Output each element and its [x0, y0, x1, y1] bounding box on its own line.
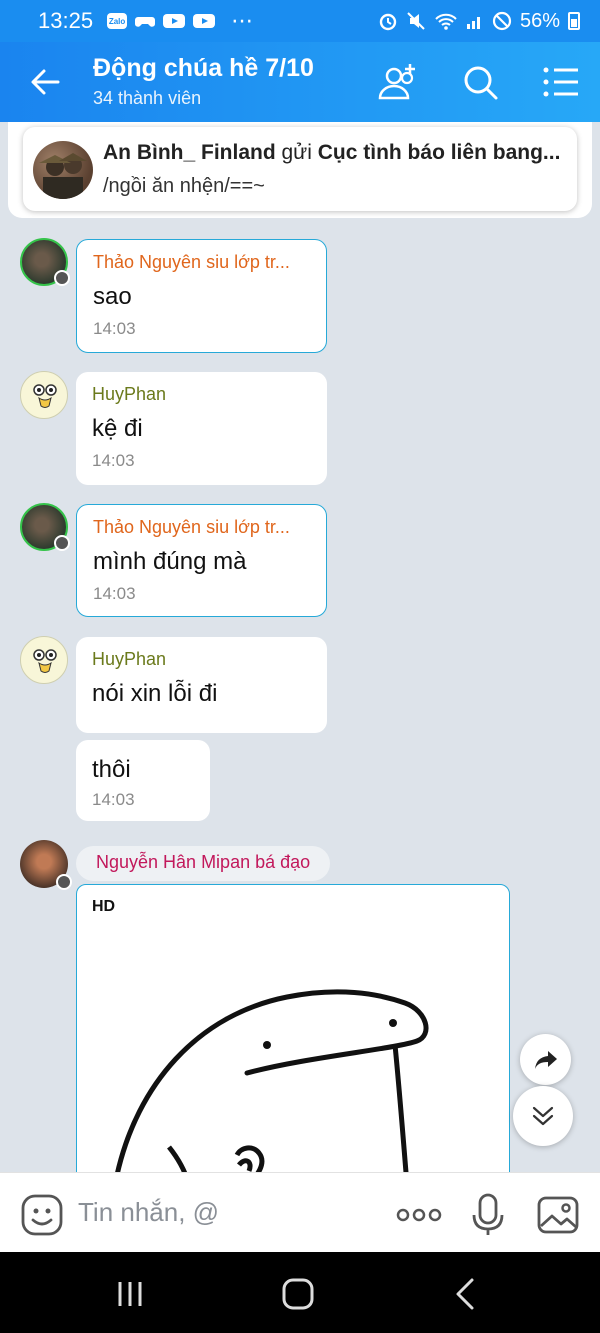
pinned-message[interactable]: An Bình_ Finland gửi Cục tình báo liên b… [23, 127, 577, 211]
home-icon[interactable] [278, 1274, 318, 1314]
no-sim-icon [492, 11, 512, 31]
sender-name[interactable]: HuyPhan [92, 649, 311, 670]
message-time: 14:03 [93, 584, 136, 603]
signal-icon [466, 17, 480, 29]
key-badge-icon [56, 874, 72, 890]
zalo-icon: Zalo [107, 13, 128, 29]
pinned-text: /ngồi ăn nhện/==~ [103, 175, 265, 197]
avatar[interactable] [20, 503, 70, 551]
search-icon[interactable] [456, 60, 504, 104]
youtube-icon [163, 14, 186, 28]
message-input[interactable] [78, 1197, 378, 1228]
wifi-icon [435, 13, 457, 30]
group-title[interactable]: Động chúa hề 7/10 [93, 54, 314, 83]
avatar[interactable] [20, 840, 72, 890]
game-controller-icon [135, 17, 156, 27]
sender-name[interactable]: Nguyễn Hân Mipan bá đạo [76, 846, 331, 881]
pinned-target: Cục tình báo liên bang... [317, 141, 561, 164]
double-chevron-down-icon [532, 1106, 554, 1126]
message-time: 14:03 [92, 451, 135, 470]
message-bubble[interactable]: HuyPhan kệ đi 14:03 [76, 372, 327, 485]
image-gallery-icon[interactable] [536, 1193, 580, 1237]
message-text: nói xin lỗi đi [92, 680, 218, 707]
message-text: mình đúng mà [93, 548, 247, 575]
youtube-icon-2 [193, 14, 216, 28]
share-arrow-icon [534, 1050, 557, 1069]
pinned-title: An Bình_ Finland gửi Cục tình báo liên b… [103, 141, 568, 165]
chat-header: Động chúa hề 7/10 34 thành viên [0, 42, 600, 122]
battery-icon [568, 12, 580, 30]
key-badge-icon [54, 535, 70, 551]
message-time: 14:03 [92, 790, 135, 809]
alarm-icon [379, 13, 397, 31]
message-bubble[interactable]: Thảo Nguyên siu lớp tr... sao 14:03 [76, 239, 327, 353]
pinned-verb: gửi [275, 141, 318, 164]
message-text: thôi [92, 756, 131, 783]
message-bubble[interactable]: Thảo Nguyên siu lớp tr... mình đúng mà 1… [76, 504, 327, 617]
mute-icon [407, 12, 425, 30]
notification-icons: Zalo ⋯ [107, 8, 254, 34]
add-member-icon[interactable] [374, 60, 422, 104]
sender-name[interactable]: Thảo Nguyên siu lớp tr... [93, 252, 310, 273]
recent-apps-icon[interactable] [110, 1274, 150, 1314]
meme-drawing-image [114, 989, 429, 1183]
message-input-bar [0, 1172, 600, 1252]
image-message[interactable]: HD [76, 884, 510, 1184]
message-text: sao [93, 283, 132, 310]
forward-button[interactable] [520, 1034, 571, 1085]
avatar[interactable] [20, 636, 68, 684]
status-time: 13:25 [38, 8, 94, 33]
back-nav-icon[interactable] [446, 1274, 486, 1314]
key-badge-icon [54, 270, 70, 286]
message-text: kệ đi [92, 415, 143, 442]
status-right: 56% [378, 10, 580, 33]
message-bubble[interactable]: thôi 14:03 [76, 740, 210, 821]
android-navigation-bar [0, 1252, 600, 1333]
message-time: 14:03 [93, 319, 136, 338]
avatar[interactable] [20, 371, 68, 419]
sender-name[interactable]: Thảo Nguyên siu lớp tr... [93, 517, 310, 538]
message-bubble[interactable]: HuyPhan nói xin lỗi đi [76, 637, 327, 733]
microphone-icon[interactable] [466, 1193, 510, 1237]
scroll-to-bottom-button[interactable] [513, 1086, 573, 1146]
status-bar: 13:25 Zalo ⋯ 56% [0, 0, 600, 42]
sender-name[interactable]: HuyPhan [92, 384, 311, 405]
menu-list-icon[interactable] [538, 60, 586, 104]
more-notifications-icon: ⋯ [231, 8, 255, 33]
more-options-icon[interactable] [396, 1193, 442, 1237]
avatar[interactable] [20, 238, 70, 286]
back-arrow-icon[interactable] [24, 60, 68, 104]
battery-percent: 56% [519, 9, 560, 32]
sticker-icon[interactable] [20, 1193, 64, 1237]
pinned-sender-name: An Bình_ Finland [103, 141, 276, 164]
member-count[interactable]: 34 thành viên [93, 88, 201, 109]
pinned-sender-avatar [33, 141, 93, 199]
